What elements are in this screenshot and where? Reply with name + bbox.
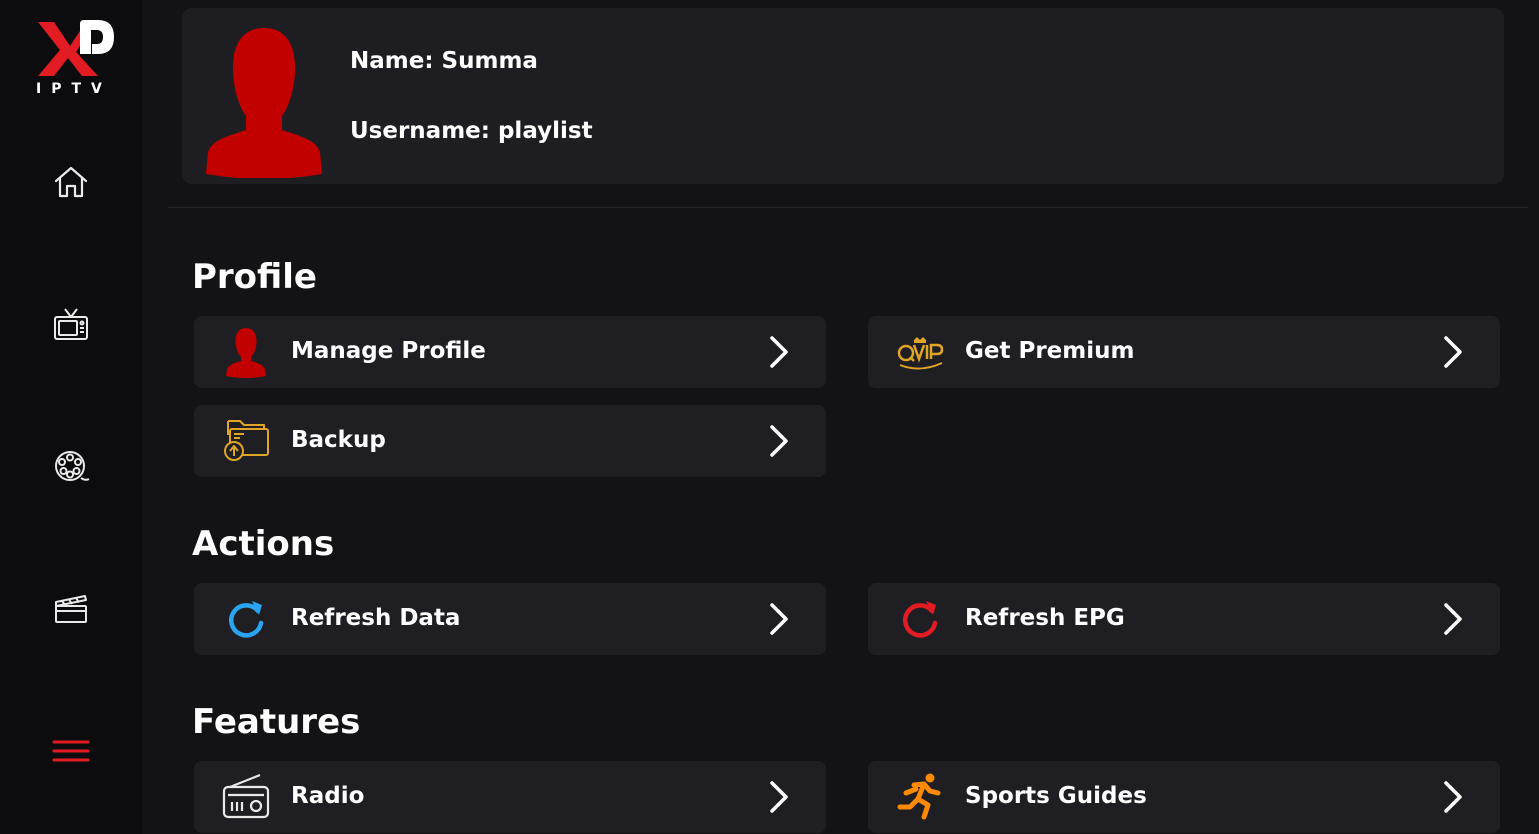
tv-icon — [54, 308, 88, 340]
section-title-features: Features — [192, 702, 361, 742]
nav-menu-button[interactable] — [44, 724, 98, 778]
chevron-right-icon — [770, 603, 788, 635]
profile-name: Name: Summa — [350, 48, 538, 74]
item-icon — [894, 771, 946, 823]
item-icon — [220, 593, 272, 645]
profile-username: Username: playlist — [350, 118, 593, 144]
item-icon — [220, 326, 272, 378]
item-icon — [220, 771, 272, 823]
item-icon — [894, 593, 946, 645]
section-title-profile: Profile — [192, 257, 317, 297]
nav-live-tv-button[interactable] — [44, 298, 98, 352]
backup-folder-icon — [224, 420, 269, 461]
xp-logo-icon — [38, 20, 114, 76]
chevron-right-icon — [770, 336, 788, 368]
clapperboard-icon — [55, 595, 87, 623]
divider — [168, 207, 1528, 208]
refresh-epg-button[interactable]: Refresh EPG — [868, 583, 1500, 655]
refresh-icon — [229, 601, 264, 638]
section-title-actions: Actions — [192, 524, 335, 564]
chevron-right-icon — [1444, 336, 1462, 368]
main-content: Name: Summa Username: playlist Profile M… — [168, 0, 1539, 834]
vip-crown-icon — [897, 337, 944, 370]
hamburger-menu-icon — [52, 740, 90, 762]
item-label: Manage Profile — [291, 338, 486, 364]
logo-text: IPTV — [36, 81, 112, 97]
item-label: Sports Guides — [965, 783, 1147, 809]
item-label: Get Premium — [965, 338, 1135, 364]
running-person-icon — [897, 773, 941, 820]
sports-guides-button[interactable]: Sports Guides — [868, 761, 1500, 833]
refresh-icon — [903, 601, 938, 638]
nav-movies-button[interactable] — [44, 439, 98, 493]
chevron-right-icon — [770, 425, 788, 457]
app-logo: IPTV — [36, 20, 116, 100]
radio-button[interactable]: Radio — [194, 761, 826, 833]
item-label: Refresh Data — [291, 605, 461, 631]
item-label: Refresh EPG — [965, 605, 1125, 631]
nav-home-button[interactable] — [44, 155, 98, 209]
chevron-right-icon — [1444, 781, 1462, 813]
manage-profile-button[interactable]: Manage Profile — [194, 316, 826, 388]
chevron-right-icon — [1444, 603, 1462, 635]
chevron-right-icon — [770, 781, 788, 813]
get-premium-button[interactable]: Get Premium — [868, 316, 1500, 388]
item-label: Backup — [291, 427, 386, 453]
radio-icon — [222, 773, 270, 819]
avatar-icon — [206, 28, 322, 178]
film-reel-icon — [55, 451, 90, 481]
refresh-data-button[interactable]: Refresh Data — [194, 583, 826, 655]
item-icon — [220, 415, 272, 467]
nav-series-button[interactable] — [44, 581, 98, 635]
item-icon — [894, 326, 946, 378]
home-icon — [54, 166, 88, 198]
sidebar: IPTV — [0, 0, 142, 834]
app-root: IPTV Name: Summa Username: playlist Prof… — [0, 0, 1539, 834]
backup-button[interactable]: Backup — [194, 405, 826, 477]
item-label: Radio — [291, 783, 365, 809]
user-icon — [226, 328, 266, 378]
user-profile-card: Name: Summa Username: playlist — [182, 8, 1504, 184]
